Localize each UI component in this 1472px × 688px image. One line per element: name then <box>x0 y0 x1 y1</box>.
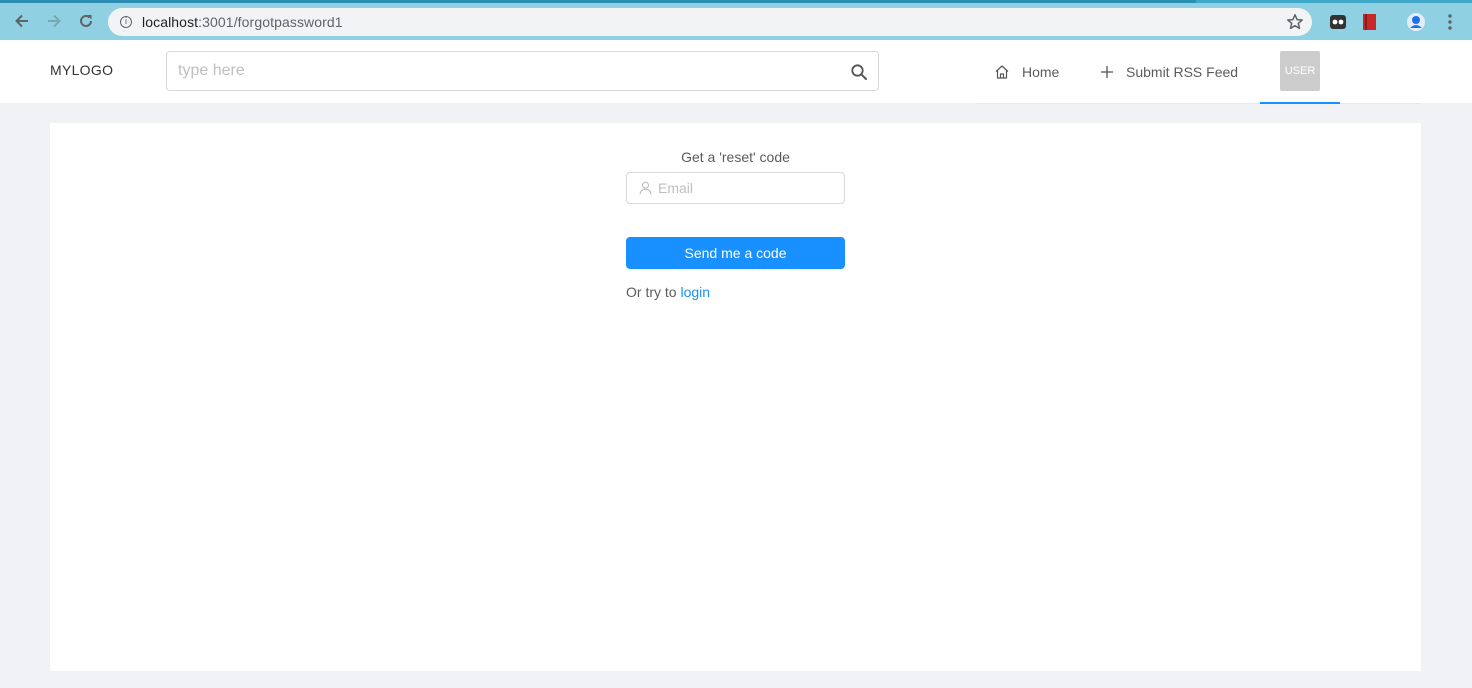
address-bar[interactable]: i localhost:3001/forgotpassword1 <box>108 8 1312 36</box>
menu-kebab-icon[interactable] <box>1440 12 1460 32</box>
email-field[interactable] <box>626 172 845 204</box>
reload-button[interactable] <box>74 9 98 33</box>
content-card: Get a 'reset' code Send me a code Or try… <box>50 123 1421 671</box>
forward-button[interactable] <box>42 9 66 33</box>
forgot-password-form: Get a 'reset' code Send me a code Or try… <box>626 149 845 300</box>
nav-submit-label: Submit RSS Feed <box>1126 63 1239 80</box>
url-host: localhost <box>142 14 199 30</box>
search-box <box>166 51 879 91</box>
back-button[interactable] <box>10 9 34 33</box>
bookmark-extension-icon[interactable] <box>1360 12 1380 32</box>
reload-icon <box>80 14 92 27</box>
email-input[interactable] <box>658 180 838 196</box>
send-code-button[interactable]: Send me a code <box>626 237 845 269</box>
extension-icon[interactable] <box>1328 12 1348 32</box>
loading-bar <box>0 0 1196 3</box>
logo[interactable]: MYLOGO <box>50 62 113 78</box>
top-nav-menu: Home Submit RSS Feed USER <box>976 40 1420 104</box>
nav-home-label: Home <box>1022 63 1060 80</box>
back-icon <box>15 14 28 28</box>
form-title: Get a 'reset' code <box>681 149 790 165</box>
login-link[interactable]: login <box>680 284 710 300</box>
bookmark-star-icon[interactable] <box>1286 13 1304 31</box>
search-input[interactable] <box>178 62 818 80</box>
login-alternative: Or try to login <box>626 284 845 300</box>
nav-item-home[interactable]: Home <box>994 40 1059 103</box>
nav-item-submit-rss[interactable]: Submit RSS Feed <box>1100 40 1238 103</box>
site-info-icon[interactable]: i <box>120 16 132 28</box>
app-header: MYLOGO Home Submit RSS Feed USER <box>0 40 1472 104</box>
login-alt-prefix: Or try to <box>626 284 677 300</box>
avatar[interactable]: USER <box>1280 51 1320 91</box>
home-icon <box>995 64 1009 79</box>
address-url[interactable]: localhost:3001/forgotpassword1 <box>142 14 343 30</box>
profile-icon[interactable] <box>1406 12 1426 32</box>
url-path: :3001/forgotpassword1 <box>198 14 343 30</box>
plus-icon <box>1101 65 1113 78</box>
browser-toolbar: i localhost:3001/forgotpassword1 <box>0 0 1472 40</box>
search-icon[interactable] <box>850 63 868 81</box>
forward-icon <box>48 14 61 28</box>
user-icon <box>639 181 652 195</box>
nav-item-user[interactable]: USER <box>1260 40 1340 104</box>
